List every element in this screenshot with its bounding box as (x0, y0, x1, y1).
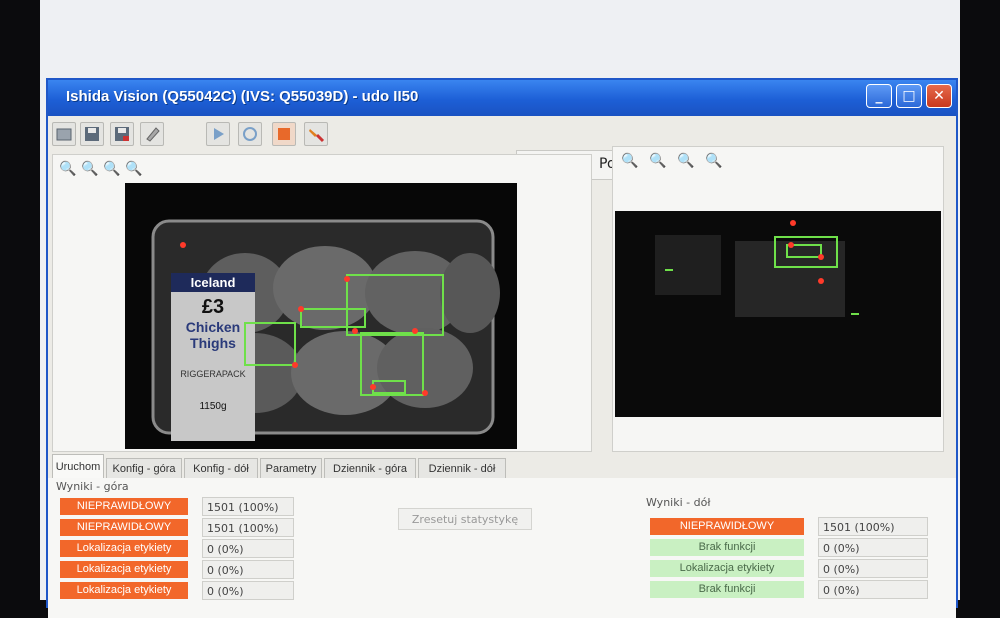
result-status-label: Brak funkcji (650, 539, 804, 556)
result-status-label: Lokalizacja etykiety (60, 540, 188, 557)
results-panel: Wyniki - góra NIEPRAWIDŁOWY 1501 (100%) NI… (48, 478, 956, 618)
tab-log-top[interactable]: Dziennik - góra (324, 458, 416, 478)
result-count-value: 1501 (100%) (202, 518, 294, 537)
result-status-label: NIEPRAWIDŁOWY (650, 518, 804, 535)
top-camera-panel: 🔍 🔍 🔍 🔍 Iceland £3 Chicken Thighs RIGGER… (52, 154, 592, 452)
tab-bar: Uruchom Konfig - góra Konfig - dół Param… (48, 452, 956, 478)
stop-icon[interactable] (272, 122, 296, 146)
result-status-label: Lokalizacja etykiety (60, 561, 188, 578)
result-count-value: 1501 (100%) (202, 497, 294, 516)
zoom-out-icon[interactable]: 🔍 (621, 153, 638, 169)
window-title: Ishida Vision (Q55042C) (IVS: Q55039D) -… (66, 88, 419, 105)
result-status-label: NIEPRAWIDŁOWY (60, 519, 188, 536)
save-icon[interactable] (80, 122, 104, 146)
result-count-value: 0 (0%) (202, 539, 294, 558)
results-bottom-title: Wyniki - dół (646, 496, 711, 509)
tab-config-top[interactable]: Konfig - góra (106, 458, 182, 478)
result-count-value: 0 (0%) (202, 560, 294, 579)
camera-image (615, 211, 941, 417)
save-as-icon[interactable] (110, 122, 134, 146)
product-label: Iceland £3 Chicken Thighs RIGGERAPACK 11… (171, 273, 255, 441)
label-line1: Chicken (185, 319, 241, 335)
label-weight: 1150g (199, 401, 227, 412)
top-camera-view[interactable]: Iceland £3 Chicken Thighs RIGGERAPACK 11… (125, 183, 517, 449)
zoom-reset-icon[interactable]: 🔍 (125, 161, 142, 177)
results-top-title: Wyniki - góra (56, 480, 129, 493)
tab-run[interactable]: Uruchom (52, 454, 104, 478)
tab-log-bottom[interactable]: Dziennik - dół (418, 458, 506, 478)
result-count-value: 0 (0%) (818, 538, 928, 557)
tools-icon[interactable] (304, 122, 328, 146)
result-count-value: 0 (0%) (202, 581, 294, 600)
label-price: £3 (201, 296, 225, 318)
zoom-in-icon[interactable]: 🔍 (103, 161, 120, 177)
edit-icon[interactable] (140, 122, 164, 146)
label-pack-note: RIGGERAPACK (180, 369, 246, 379)
label-brand: Iceland (171, 273, 255, 292)
bottom-camera-panel: 🔍 🔍 🔍 🔍 (612, 146, 944, 452)
result-status-label: NIEPRAWIDŁOWY (60, 498, 188, 515)
zoom-reset-icon[interactable]: 🔍 (705, 153, 722, 169)
refresh-icon[interactable] (238, 122, 262, 146)
tab-config-bottom[interactable]: Konfig - dół (184, 458, 258, 478)
result-status-label: Lokalizacja etykiety (650, 560, 804, 577)
result-status-label: Lokalizacja etykiety (60, 582, 188, 599)
play-icon[interactable] (206, 122, 230, 146)
zoom-fit-icon[interactable]: 🔍 (81, 161, 98, 177)
result-count-value: 0 (0%) (818, 559, 928, 578)
result-status-label: Brak funkcji (650, 581, 804, 598)
close-button[interactable]: ✕ (926, 84, 952, 108)
title-bar[interactable]: Ishida Vision (Q55042C) (IVS: Q55039D) -… (48, 80, 956, 116)
reset-statistics-button[interactable]: Zresetuj statystykę (398, 508, 532, 530)
app-window: Ishida Vision (Q55042C) (IVS: Q55039D) -… (46, 78, 958, 618)
maximize-button[interactable]: □ (896, 84, 922, 108)
bottom-camera-view[interactable] (615, 211, 941, 417)
zoom-fit-icon[interactable]: 🔍 (649, 153, 666, 169)
tab-parameters[interactable]: Parametry (260, 458, 322, 478)
zoom-out-icon[interactable]: 🔍 (59, 161, 76, 177)
result-count-value: 1501 (100%) (818, 517, 928, 536)
open-icon[interactable] (52, 122, 76, 146)
minimize-button[interactable]: _ (866, 84, 892, 108)
result-count-value: 0 (0%) (818, 580, 928, 599)
zoom-in-icon[interactable]: 🔍 (677, 153, 694, 169)
label-line2: Thighs (190, 335, 236, 351)
